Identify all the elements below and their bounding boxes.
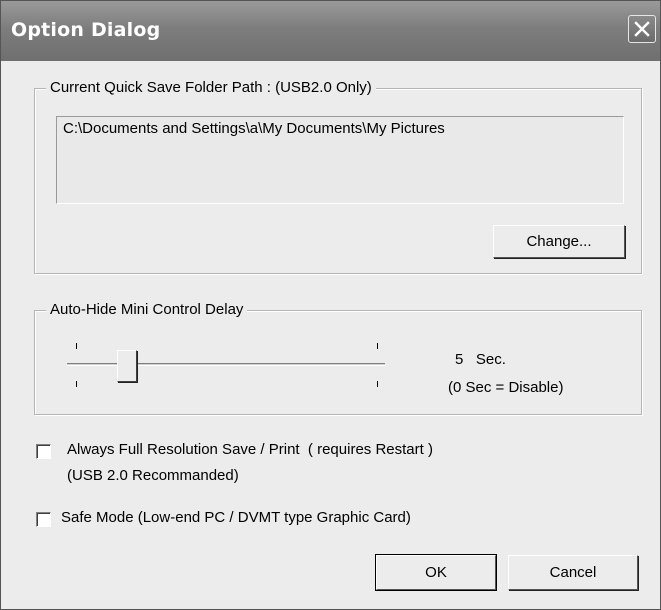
slider-tick-max-top (377, 343, 378, 349)
full-resolution-sublabel: (USB 2.0 Recommanded) (67, 467, 239, 484)
ok-button[interactable]: OK (375, 554, 497, 591)
slider-tick-max-bottom (377, 381, 378, 387)
safe-mode-checkbox[interactable] (36, 512, 51, 527)
change-button-label: Change... (526, 233, 592, 250)
close-icon (634, 21, 650, 37)
slider-tick-min-bottom (76, 381, 77, 387)
close-button[interactable] (628, 15, 656, 43)
ok-button-label: OK (425, 564, 447, 581)
folder-path-text: C:\Documents and Settings\a\My Documents… (63, 120, 445, 137)
full-resolution-checkbox[interactable] (36, 444, 51, 459)
delay-value: 5 Sec. (455, 351, 506, 368)
quick-save-legend: Current Quick Save Folder Path : (USB2.0… (46, 79, 376, 97)
auto-hide-legend: Auto-Hide Mini Control Delay (46, 301, 248, 319)
delay-slider-thumb[interactable] (117, 350, 137, 382)
safe-mode-label[interactable]: Safe Mode (Low-end PC / DVMT type Graphi… (61, 509, 411, 526)
folder-path-field: C:\Documents and Settings\a\My Documents… (56, 116, 624, 204)
change-button[interactable]: Change... (493, 225, 625, 258)
dialog-title: Option Dialog (11, 19, 161, 41)
delay-slider-track[interactable] (67, 363, 385, 366)
slider-tick-min-top (76, 343, 77, 349)
cancel-button-label: Cancel (549, 564, 597, 581)
full-resolution-label[interactable]: Always Full Resolution Save / Print ( re… (67, 441, 433, 458)
delay-note: (0 Sec = Disable) (448, 379, 564, 396)
cancel-button[interactable]: Cancel (508, 555, 638, 590)
option-dialog: Option Dialog Current Quick Save Folder … (0, 0, 661, 610)
title-bar[interactable]: Option Dialog (1, 1, 660, 61)
